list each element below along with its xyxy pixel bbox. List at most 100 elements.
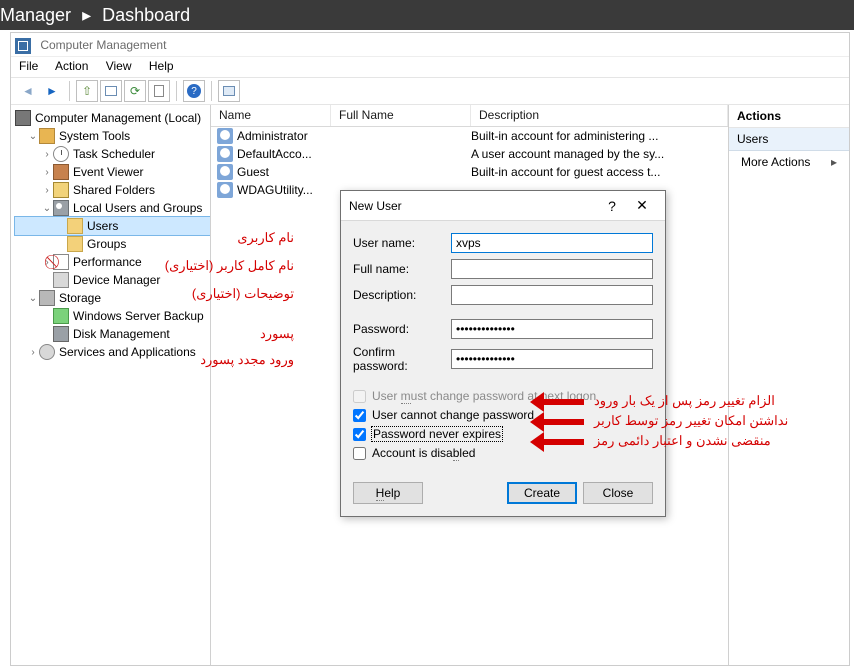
event-icon [53,164,69,180]
tree-event-viewer[interactable]: ›Event Viewer [15,163,210,181]
list-row[interactable]: DefaultAcco... A user account managed by… [211,145,728,163]
menu-help[interactable]: Help [149,59,174,73]
close-button[interactable]: Close [583,482,653,504]
dialog-help-button[interactable]: ? [597,198,627,214]
username-input[interactable] [451,233,653,253]
services-icon [39,344,55,360]
tree-system-tools[interactable]: ⌄System Tools [15,127,210,145]
password-input[interactable] [451,319,653,339]
properties-button[interactable] [148,80,170,102]
list-row[interactable]: Administrator Built-in account for admin… [211,127,728,145]
server-manager-header: Manager ▸ Dashboard [0,0,854,30]
menu-file[interactable]: File [19,59,38,73]
clock-icon [53,146,69,162]
ann-password: پسورد [260,326,294,342]
show-hide-tree-button[interactable] [100,80,122,102]
tree-users[interactable]: Users [15,217,210,235]
help-button[interactable]: ? [183,80,205,102]
ann-never-expires: منقضی نشدن و اعتبار دائمی رمز [594,433,771,449]
new-icon [223,86,235,96]
toolbar: ◄ ► ⇧ ⟳ ? [11,77,849,105]
tree-wsb[interactable]: Windows Server Backup [15,307,210,325]
cannot-change-label: User cannot change password [372,408,534,422]
storage-icon [39,290,55,306]
arrow-icon [544,399,584,405]
back-button[interactable]: ◄ [17,80,39,102]
tree-groups[interactable]: Groups [15,235,210,253]
mmc-app-icon [15,38,31,54]
dialog-close-button[interactable]: ✕ [627,197,657,214]
never-expires-checkbox[interactable] [353,428,366,441]
tree-task-scheduler[interactable]: ›Task Scheduler [15,145,210,163]
back-icon: ◄ [22,84,34,98]
actions-section: Users [729,128,849,151]
properties-icon [154,85,164,97]
list-row[interactable]: Guest Built-in account for guest access … [211,163,728,181]
new-user-dialog: New User ? ✕ User name: Full name: Descr… [340,190,666,517]
ann-username: نام کاربری [237,230,294,246]
shared-icon [53,182,69,198]
help-button[interactable]: Help [353,482,423,504]
expander-icon[interactable]: › [41,257,53,268]
forward-icon: ► [46,84,58,98]
expander-icon[interactable]: ⌄ [41,203,53,214]
tree-storage[interactable]: ⌄Storage [15,289,210,307]
export-icon: ⟳ [130,84,140,98]
col-description[interactable]: Description [471,105,728,126]
tree-shared-folders[interactable]: ›Shared Folders [15,181,210,199]
actions-pane: Actions Users More Actions ▸ [729,105,849,665]
user-icon [217,128,233,144]
create-button[interactable]: Create [507,482,577,504]
folder-icon [67,236,83,252]
expander-icon[interactable]: › [27,347,39,358]
account-disabled-label: Account is disabled [372,446,475,460]
expander-icon[interactable]: ⌄ [27,131,39,142]
description-input[interactable] [451,285,653,305]
ann-description: توضیحات (اختیاری) [192,286,294,302]
cannot-change-checkbox[interactable] [353,409,366,422]
expander-icon[interactable]: › [41,149,53,160]
tools-icon [39,128,55,144]
panel-icon [105,86,117,96]
expander-icon[interactable]: ⌄ [27,293,39,304]
confirm-password-input[interactable] [451,349,653,369]
col-fullname[interactable]: Full Name [331,105,471,126]
label-confirm-password: Confirm password: [353,345,451,373]
tree-services[interactable]: ›Services and Applications [15,343,210,361]
fullname-input[interactable] [451,259,653,279]
label-password: Password: [353,322,451,336]
breadcrumb-arrow-icon: ▸ [82,5,91,25]
user-icon [217,164,233,180]
menu-action[interactable]: Action [55,59,88,73]
dialog-title: New User [349,199,597,213]
user-icon [217,182,233,198]
new-button[interactable] [218,80,240,102]
menu-view[interactable]: View [106,59,132,73]
ann-fullname: نام کامل کاربر (اختیاری) [165,258,294,274]
arrow-icon [544,439,584,445]
performance-icon [53,254,69,270]
col-name[interactable]: Name [211,105,331,126]
tree-root[interactable]: Computer Management (Local) [15,109,210,127]
arrow-icon [544,419,584,425]
tree-local-users-groups[interactable]: ⌄Local Users and Groups [15,199,210,217]
label-username: User name: [353,236,451,250]
backup-icon [53,308,69,324]
toolbar-separator [211,81,212,101]
device-manager-icon [53,272,69,288]
account-disabled-checkbox[interactable] [353,447,366,460]
forward-button[interactable]: ► [41,80,63,102]
label-description: Description: [353,288,451,302]
up-button[interactable]: ⇧ [76,80,98,102]
actions-more[interactable]: More Actions ▸ [729,151,849,173]
expander-icon[interactable]: › [41,167,53,178]
toolbar-separator [69,81,70,101]
ann-cannot-change: نداشتن امکان تغییر رمز توسط کاربر [594,413,788,429]
export-button[interactable]: ⟳ [124,80,146,102]
tree-disk-management[interactable]: Disk Management [15,325,210,343]
dialog-buttons: Help Create Close [341,472,665,516]
menubar: File Action View Help [11,57,849,77]
toolbar-separator [176,81,177,101]
expander-icon[interactable]: › [41,185,53,196]
ann-confirm-password: ورود مجدد پسورد [200,352,294,368]
